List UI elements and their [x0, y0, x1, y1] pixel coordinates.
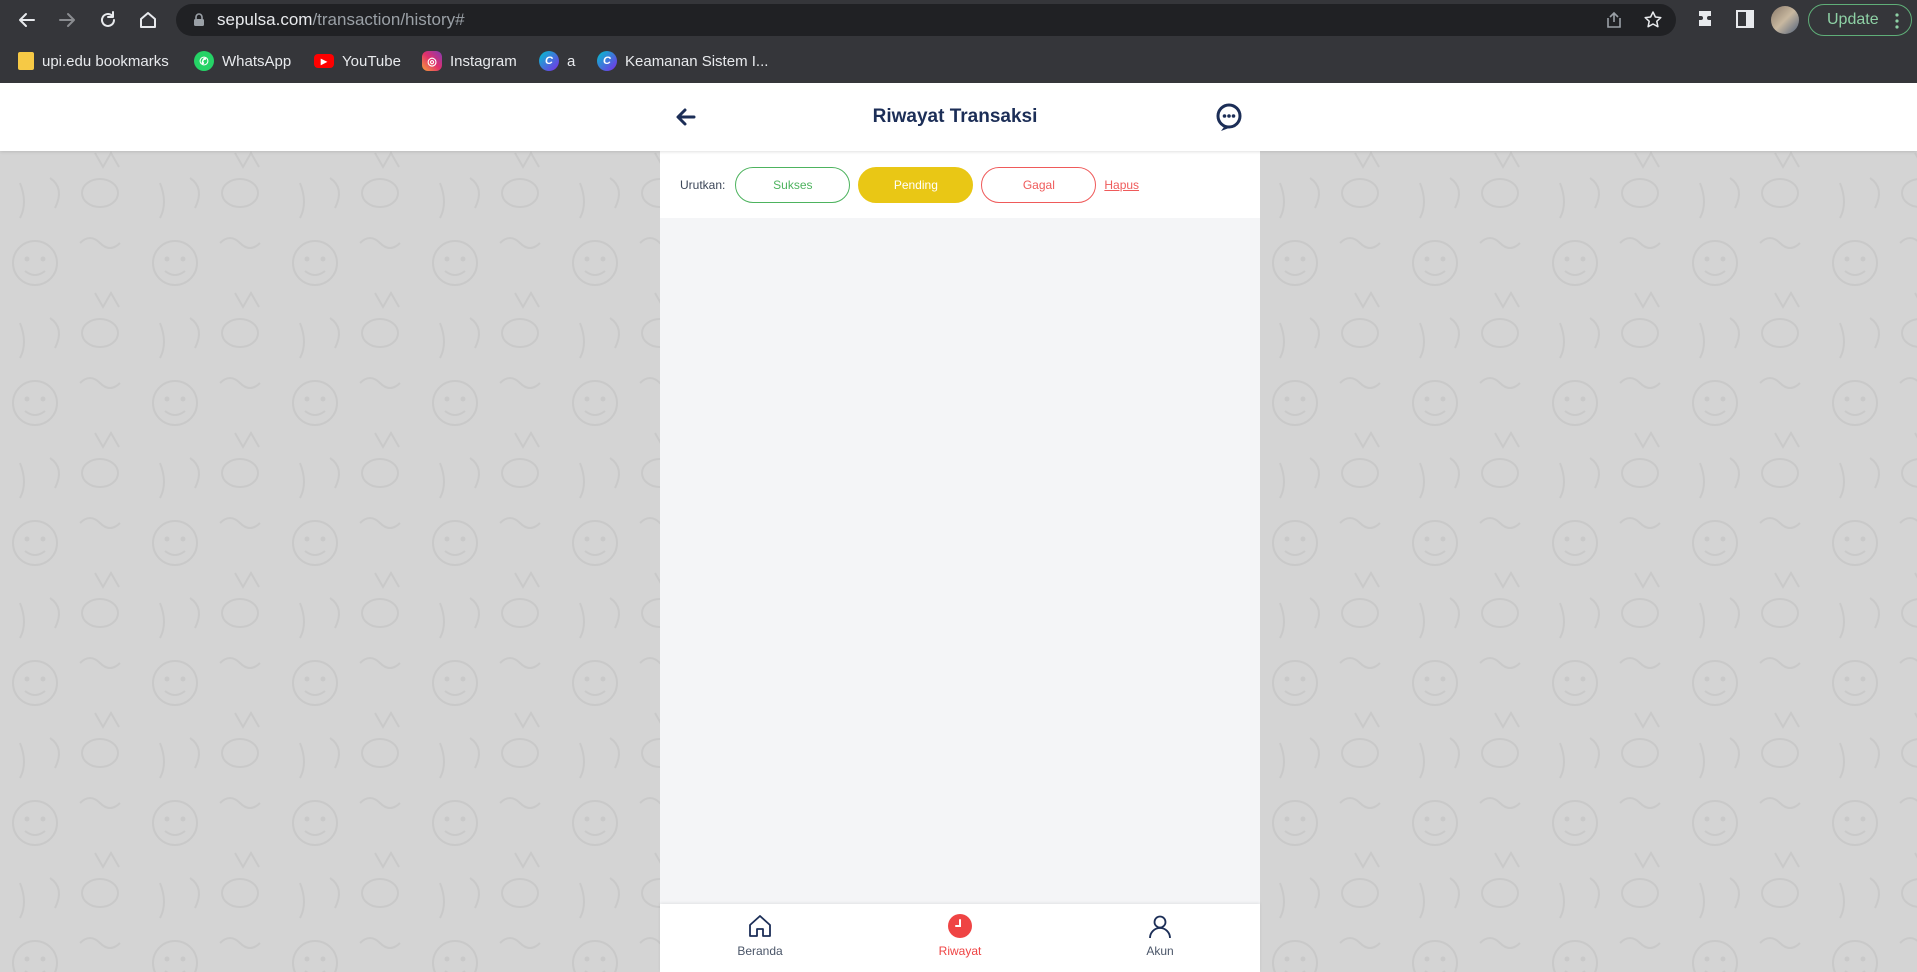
nav-akun[interactable]: Akun — [1100, 912, 1220, 968]
bookmark-youtube[interactable]: ▶ YouTube — [314, 48, 401, 74]
nav-beranda[interactable]: Beranda — [700, 912, 820, 968]
customer-service-icon[interactable] — [1213, 101, 1245, 133]
bookmark-label: a — [567, 52, 576, 70]
update-button[interactable]: Update — [1808, 4, 1912, 36]
filter-sukses-button[interactable]: Sukses — [735, 166, 851, 203]
web-page: Riwayat Transaksi Urutkan: Sukses Pendin… — [0, 83, 1917, 972]
bookmark-upi[interactable]: upi.edu bookmarks — [18, 48, 169, 74]
side-panel-icon[interactable] — [1734, 8, 1756, 30]
canva-icon: C — [597, 51, 617, 71]
app-header: Riwayat Transaksi — [0, 83, 1917, 151]
bookmark-instagram[interactable]: ◎ Instagram — [422, 48, 517, 74]
share-icon[interactable] — [1604, 10, 1624, 30]
home-icon — [749, 915, 771, 937]
canva-icon: C — [539, 51, 559, 71]
bookmark-label: WhatsApp — [222, 52, 292, 70]
bottom-navigation: Beranda Riwayat Akun — [660, 904, 1260, 972]
bookmark-label: Keamanan Sistem I... — [625, 52, 769, 70]
extensions-icon[interactable] — [1695, 8, 1717, 30]
user-icon — [1149, 915, 1171, 939]
forward-icon[interactable] — [53, 6, 81, 34]
bookmark-whatsapp[interactable]: ✆ WhatsApp — [194, 48, 291, 74]
home-button-icon[interactable] — [134, 6, 162, 34]
nav-label: Beranda — [737, 944, 783, 958]
nav-riwayat[interactable]: Riwayat — [900, 912, 1020, 968]
update-label: Update — [1827, 11, 1879, 28]
clock-icon — [948, 914, 972, 938]
lock-icon — [194, 13, 204, 26]
bookmark-keamanan[interactable]: C Keamanan Sistem I... — [597, 48, 768, 74]
star-icon[interactable] — [1643, 10, 1663, 30]
nav-label: Riwayat — [938, 944, 982, 958]
page-title: Riwayat Transaksi — [872, 106, 1038, 127]
youtube-icon: ▶ — [314, 54, 334, 68]
filter-label: Urutkan: — [680, 177, 726, 192]
filter-bar: Urutkan: Sukses Pending Gagal Hapus — [660, 151, 1260, 218]
nav-label: Akun — [1146, 944, 1174, 958]
bookmark-a[interactable]: C a — [539, 48, 575, 74]
bookmark-label: Instagram — [450, 52, 517, 70]
address-bar[interactable]: sepulsa.com/transaction/history# — [176, 4, 1676, 36]
url-text: sepulsa.com/transaction/history# — [217, 10, 465, 29]
reload-icon[interactable] — [94, 6, 122, 34]
folder-icon — [18, 52, 34, 70]
bookmark-label: YouTube — [342, 52, 401, 70]
profile-avatar[interactable] — [1771, 6, 1799, 34]
whatsapp-icon: ✆ — [194, 51, 214, 71]
bookmark-label: upi.edu bookmarks — [42, 52, 169, 70]
filter-gagal-button[interactable]: Gagal — [981, 166, 1097, 203]
clear-filter-link[interactable]: Hapus — [1104, 178, 1139, 192]
more-menu-icon[interactable] — [1895, 13, 1899, 29]
instagram-icon: ◎ — [422, 51, 442, 71]
filter-pending-button[interactable]: Pending — [858, 166, 974, 203]
bookmarks-bar: upi.edu bookmarks ✆ WhatsApp ▶ YouTube ◎… — [0, 40, 1917, 83]
back-icon[interactable] — [13, 6, 41, 34]
history-panel: Urutkan: Sukses Pending Gagal Hapus Bera… — [660, 151, 1260, 972]
browser-toolbar: sepulsa.com/transaction/history# Update — [0, 0, 1917, 40]
